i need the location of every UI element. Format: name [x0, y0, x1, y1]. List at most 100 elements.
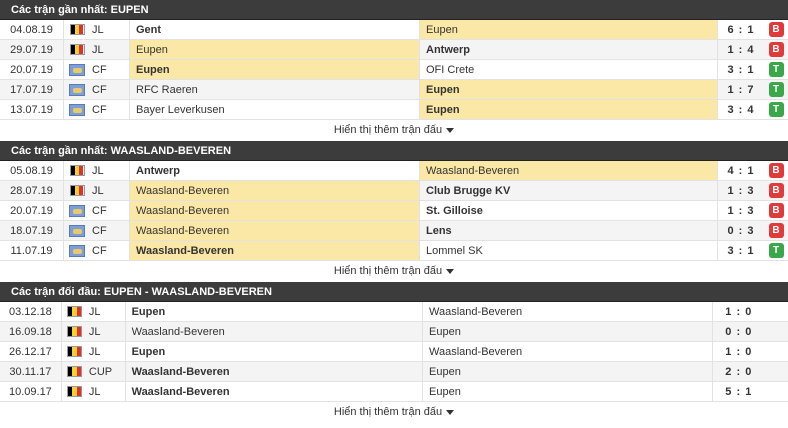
match-section: Các trận đối đầu: EUPEN - WAASLAND-BEVER…	[0, 282, 788, 423]
match-row[interactable]: 20.07.19 CF Waasland-Beveren St. Gilloise 1 …	[0, 201, 788, 221]
home-team[interactable]: Antwerp	[130, 161, 420, 180]
flag-cell	[64, 40, 90, 59]
away-team[interactable]: Lommel SK	[420, 241, 718, 260]
match-row[interactable]: 11.07.19 CF Waasland-Beveren Lommel SK 3 : 1…	[0, 241, 788, 261]
belgium-flag-icon	[69, 165, 85, 176]
match-date: 05.08.19	[0, 161, 64, 180]
home-team[interactable]: Bayer Leverkusen	[130, 100, 420, 119]
home-team[interactable]: Waasland-Beveren	[126, 322, 424, 341]
home-team[interactable]: Waasland-Beveren	[130, 221, 420, 240]
competition-code: JL	[90, 40, 130, 59]
result-cell: B	[764, 40, 788, 59]
world-flag-icon	[69, 244, 85, 257]
home-team[interactable]: Waasland-Beveren	[126, 362, 424, 381]
competition-code: JL	[87, 322, 126, 341]
away-team[interactable]: Eupen	[423, 382, 713, 401]
flag-cell	[64, 60, 90, 79]
match-date: 11.07.19	[0, 241, 64, 260]
show-more-link[interactable]: Hiển thị thêm trận đấu	[0, 261, 788, 282]
match-row[interactable]: 20.07.19 CF Eupen OFI Crete 3 : 1 T	[0, 60, 788, 80]
match-score: 1 : 0	[725, 346, 753, 358]
match-row[interactable]: 03.12.18 JL Eupen Waasland-Beveren 1 : 0	[0, 302, 788, 322]
home-team[interactable]: Waasland-Beveren	[130, 241, 420, 260]
competition-code: JL	[87, 302, 126, 321]
away-team[interactable]: Waasland-Beveren	[423, 302, 713, 321]
belgium-flag-icon	[66, 386, 82, 397]
belgium-flag-icon	[69, 44, 85, 55]
away-team[interactable]: Club Brugge KV	[420, 181, 718, 200]
competition-code: CF	[90, 241, 130, 260]
competition-code: JL	[87, 342, 126, 361]
match-date: 16.09.18	[0, 322, 62, 341]
home-team[interactable]: Eupen	[126, 342, 424, 361]
result-cell: B	[764, 221, 788, 240]
flag-cell	[64, 221, 90, 240]
match-date: 10.09.17	[0, 382, 62, 401]
match-score: 1 : 7	[727, 84, 755, 96]
flag-cell	[62, 322, 87, 341]
belgium-flag-icon	[69, 24, 85, 35]
competition-code: CF	[90, 201, 130, 220]
home-team[interactable]: Eupen	[126, 302, 424, 321]
match-section: Các trận gần nhất: EUPEN 04.08.19 JL Gent Eu…	[0, 0, 788, 141]
away-team[interactable]: Waasland-Beveren	[423, 342, 713, 361]
match-row[interactable]: 17.07.19 CF RFC Raeren Eupen 1 : 7 T	[0, 80, 788, 100]
match-score: 0 : 0	[725, 326, 753, 338]
away-team[interactable]: Waasland-Beveren	[420, 161, 718, 180]
win-badge: T	[768, 82, 784, 97]
match-row[interactable]: 04.08.19 JL Gent Eupen 6 : 1 B	[0, 20, 788, 40]
match-date: 29.07.19	[0, 40, 64, 59]
win-badge: T	[768, 243, 784, 258]
home-team[interactable]: Waasland-Beveren	[130, 181, 420, 200]
match-row[interactable]: 30.11.17 CUP Waasland-Beveren Eupen 2 : 0	[0, 362, 788, 382]
home-team[interactable]: Waasland-Beveren	[130, 201, 420, 220]
show-more-link[interactable]: Hiển thị thêm trận đấu	[0, 402, 788, 423]
match-row[interactable]: 28.07.19 JL Waasland-Beveren Club Brugge KV…	[0, 181, 788, 201]
match-date: 26.12.17	[0, 342, 62, 361]
match-date: 28.07.19	[0, 181, 64, 200]
match-row[interactable]: 18.07.19 CF Waasland-Beveren Lens 0 : 3 B	[0, 221, 788, 241]
home-team[interactable]: Eupen	[130, 60, 420, 79]
away-team[interactable]: Eupen	[420, 100, 718, 119]
match-score: 1 : 3	[727, 185, 755, 197]
match-row[interactable]: 29.07.19 JL Eupen Antwerp 1 : 4 B	[0, 40, 788, 60]
match-row[interactable]: 10.09.17 JL Waasland-Beveren Eupen 5 : 1	[0, 382, 788, 402]
loss-badge: B	[768, 163, 784, 178]
competition-code: CF	[90, 80, 130, 99]
home-team[interactable]: Gent	[130, 20, 420, 39]
show-more-link[interactable]: Hiển thị thêm trận đấu	[0, 120, 788, 141]
match-date: 13.07.19	[0, 100, 64, 119]
away-team[interactable]: St. Gilloise	[420, 201, 718, 220]
match-row[interactable]: 16.09.18 JL Waasland-Beveren Eupen 0 : 0	[0, 322, 788, 342]
competition-code: CF	[90, 60, 130, 79]
match-row[interactable]: 26.12.17 JL Eupen Waasland-Beveren 1 : 0	[0, 342, 788, 362]
section-title: Các trận gần nhất: WAASLAND-BEVEREN	[0, 141, 788, 161]
match-date: 17.07.19	[0, 80, 64, 99]
away-team[interactable]: Eupen	[420, 80, 718, 99]
loss-badge: B	[768, 223, 784, 238]
away-team[interactable]: OFI Crete	[420, 60, 718, 79]
away-team[interactable]: Eupen	[420, 20, 718, 39]
result-cell: B	[764, 201, 788, 220]
match-history-panel: Các trận gần nhất: EUPEN 04.08.19 JL Gent Eu…	[0, 0, 788, 423]
result-cell: T	[764, 80, 788, 99]
match-score: 1 : 4	[727, 44, 755, 56]
belgium-flag-icon	[66, 366, 82, 377]
match-row[interactable]: 13.07.19 CF Bayer Leverkusen Eupen 3 : 4 T	[0, 100, 788, 120]
away-team[interactable]: Eupen	[423, 362, 713, 381]
home-team[interactable]: Eupen	[130, 40, 420, 59]
away-team[interactable]: Eupen	[423, 322, 713, 341]
match-date: 20.07.19	[0, 201, 64, 220]
home-team[interactable]: RFC Raeren	[130, 80, 420, 99]
competition-code: JL	[90, 161, 130, 180]
match-row[interactable]: 05.08.19 JL Antwerp Waasland-Beveren 4 : 1 B	[0, 161, 788, 181]
away-team[interactable]: Lens	[420, 221, 718, 240]
home-team[interactable]: Waasland-Beveren	[126, 382, 424, 401]
world-flag-icon	[69, 103, 85, 116]
flag-cell	[64, 201, 90, 220]
result-cell	[765, 322, 788, 341]
match-date: 04.08.19	[0, 20, 64, 39]
away-team[interactable]: Antwerp	[420, 40, 718, 59]
match-section: Các trận gần nhất: WAASLAND-BEVEREN 05.08…	[0, 141, 788, 282]
match-score: 3 : 1	[727, 64, 755, 76]
